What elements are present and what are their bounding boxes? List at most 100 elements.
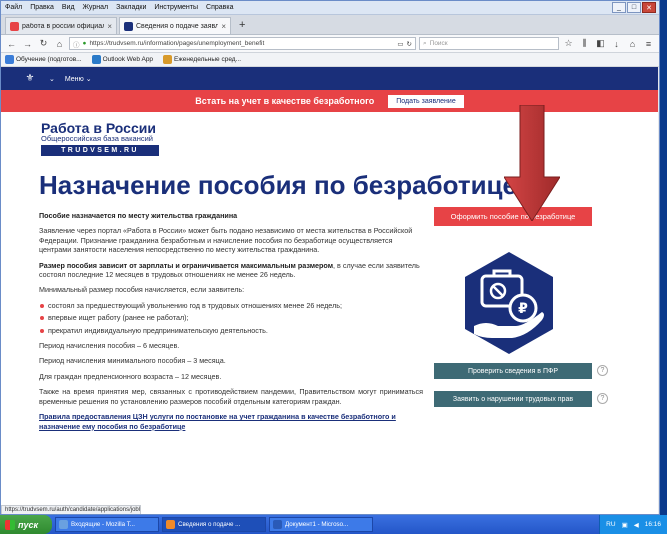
bold-text: Размер пособия зависит от зарплаты и огр… (39, 260, 334, 270)
tab-search-results[interactable]: работа в россии официальн... × (5, 17, 117, 34)
tab-title: Сведения о подаче заявлен... (136, 22, 219, 30)
paragraph: Период начисления минимального пособия –… (39, 356, 226, 366)
page-content: ⚜ ⌄ Меню ⌄ Встать на учет в качестве без… (1, 67, 658, 505)
bookmark-item[interactable]: Обучение (подготов... (5, 55, 82, 64)
site-menu[interactable]: Меню ⌄ (65, 75, 92, 83)
article-body: Пособие назначается по месту жительства … (39, 211, 423, 437)
home-icon[interactable]: ⌂ (626, 37, 639, 50)
menu-item[interactable]: Файл (5, 4, 22, 11)
navigation-bar: ← → ↻ ⌂ ⓘ ● https://trudvsem.ru/informat… (1, 35, 659, 53)
close-icon[interactable]: ✕ (642, 2, 656, 13)
paragraph: Минимальный размер пособия начисляется, … (39, 285, 245, 295)
url-text: https://trudvsem.ru/information/pages/un… (89, 40, 265, 47)
help-icon[interactable]: ? (597, 365, 608, 376)
refresh-small-icon[interactable]: ↻ (407, 40, 412, 48)
paragraph: Также на время принятия мер, связанных с… (39, 387, 423, 406)
search-input[interactable]: ⌕ Поиск (419, 37, 559, 50)
menu-bar: Файл Правка Вид Журнал Закладки Инструменты Сп… (1, 1, 659, 15)
paragraph: Для граждан предпенсионного возраста – 1… (39, 371, 222, 381)
menu-item[interactable]: Справка (206, 4, 233, 11)
bookmark-item[interactable]: Outlook Web App (91, 55, 154, 64)
tab-benefit-info[interactable]: Сведения о подаче заявлен... × (119, 17, 231, 34)
menu-item[interactable]: Правка (30, 4, 54, 11)
volume-icon[interactable]: ◀ (634, 521, 639, 529)
bookmark-label: Обучение (подготов... (16, 56, 82, 63)
check-pfr-button[interactable]: Проверить сведения в ПФР (434, 363, 592, 379)
submit-application-button[interactable]: Подать заявление (388, 94, 464, 108)
menu-label: Меню (64, 75, 84, 83)
new-tab-icon[interactable]: + (233, 19, 251, 34)
thunderbird-icon (59, 520, 68, 529)
taskbar-item-firefox[interactable]: Сведения о подаче ... (162, 517, 266, 532)
paragraph: Размер пособия зависит от зарплаты и огр… (39, 261, 423, 280)
menu-item[interactable]: Журнал (83, 4, 109, 11)
site-logo[interactable]: Работа в России Общероссийская база вака… (41, 121, 159, 156)
back-icon[interactable]: ← (5, 37, 18, 50)
scrollbar[interactable] (658, 67, 659, 514)
info-icon[interactable]: ⓘ (73, 39, 80, 49)
system-tray: RU ▣ ◀ 16:16 (599, 515, 667, 534)
site-header: ⚜ ⌄ Меню ⌄ (1, 67, 658, 90)
banner-text: Встать на учет в качестве безработного (195, 96, 375, 106)
logo-domain: TRUDVSEM.RU (41, 145, 159, 156)
taskbar: пуск Входящие - Mozilla T... Сведения о … (0, 515, 667, 534)
logo-title: Работа в России (41, 120, 156, 136)
word-icon (273, 520, 282, 529)
address-bar[interactable]: ⓘ ● https://trudvsem.ru/information/page… (69, 37, 416, 50)
close-tab-icon[interactable]: × (107, 22, 112, 31)
list-item: состоял за предшествующий увольнению год… (39, 301, 423, 310)
download-icon[interactable]: ↓ (610, 37, 623, 50)
bookmark-label: Outlook Web App (102, 56, 154, 63)
lock-icon: ● (82, 40, 87, 47)
library-icon[interactable]: ⫼ (578, 37, 591, 50)
svg-text:₽: ₽ (518, 301, 528, 317)
bookmarks-bar: Обучение (подготов... Outlook Web App Еж… (1, 53, 659, 67)
status-bar: https://trudvsem.ru/auth/candidate/appli… (1, 505, 141, 514)
hamburger-menu-icon[interactable]: ≡ (642, 37, 655, 50)
browser-window: Файл Правка Вид Журнал Закладки Инструменты Сп… (0, 0, 660, 515)
menu-item[interactable]: Закладки (116, 4, 146, 11)
report-violation-button[interactable]: Заявить о нарушении трудовых прав (434, 391, 592, 407)
search-placeholder: Поиск (429, 40, 448, 47)
menu-list: Файл Правка Вид Журнал Закладки Инструменты Сп… (1, 4, 612, 11)
bookmark-label: Еженедельные сред... (174, 56, 242, 63)
favicon-icon (10, 21, 19, 31)
window-controls: _ □ ✕ (612, 2, 659, 13)
menu-item[interactable]: Вид (62, 4, 75, 11)
reader-view-icon[interactable]: ▭ (397, 40, 403, 48)
help-icon[interactable]: ? (597, 393, 608, 404)
list-item: прекратил индивидуальную предприниматель… (39, 326, 423, 335)
taskbar-item-word[interactable]: Документ1 - Microso... (269, 517, 373, 532)
bookmark-item[interactable]: Еженедельные сред... (163, 55, 241, 64)
windows-logo-icon (5, 519, 15, 530)
taskbar-item-thunderbird[interactable]: Входящие - Mozilla T... (55, 517, 159, 532)
network-icon[interactable]: ▣ (622, 521, 628, 529)
favicon-icon (124, 21, 133, 31)
bullet-list: состоял за предшествующий увольнению год… (39, 301, 423, 335)
hexagon-shape (465, 252, 553, 354)
tab-bar: работа в россии официальн... × Сведения … (1, 15, 659, 35)
coat-of-arms-icon[interactable]: ⚜ (21, 70, 39, 88)
menu-item[interactable]: Инструменты (154, 4, 198, 11)
home-icon[interactable]: ⌂ (53, 37, 66, 50)
minimize-icon[interactable]: _ (612, 2, 626, 13)
reload-icon[interactable]: ↻ (37, 37, 50, 50)
language-indicator[interactable]: RU (606, 521, 615, 528)
search-icon: ⌕ (423, 39, 427, 47)
pocket-icon[interactable]: ◧ (594, 37, 607, 50)
rules-link[interactable]: Правила предоставления ЦЗН услуги по пос… (39, 412, 396, 430)
start-button[interactable]: пуск (0, 515, 52, 534)
paragraph: Правила предоставления ЦЗН услуги по пос… (39, 412, 423, 431)
task-label: Входящие - Mozilla T... (71, 521, 135, 528)
forward-icon[interactable]: → (21, 37, 34, 50)
start-label: пуск (18, 519, 39, 530)
clock: 16:16 (644, 521, 661, 528)
star-icon[interactable]: ☆ (562, 37, 575, 50)
paragraph: Период начисления пособия – 6 месяцев. (39, 341, 180, 351)
maximize-icon[interactable]: □ (627, 2, 641, 13)
task-label: Сведения о подаче ... (178, 521, 241, 528)
paragraph: Пособие назначается по месту жительства … (39, 211, 238, 220)
chevron-down-icon[interactable]: ⌄ (49, 75, 55, 83)
list-item: впервые ищет работу (ранее не работал); (39, 313, 423, 322)
close-tab-icon[interactable]: × (221, 22, 226, 31)
